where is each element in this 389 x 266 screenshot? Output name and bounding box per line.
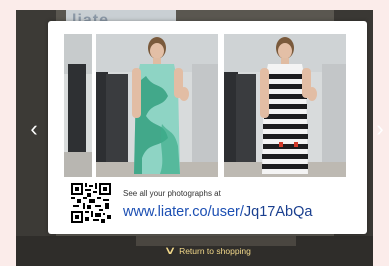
return-to-shopping-button[interactable]: ∨ Return to shopping — [163, 245, 251, 257]
user-gallery-link-prefix: www.liater.co/user/ — [123, 204, 244, 220]
user-gallery-link-code: Jq17AbQa — [243, 204, 313, 220]
next-photo-button[interactable]: › — [372, 116, 388, 142]
previous-photo-button[interactable]: ‹ — [26, 116, 42, 142]
photo-striped-dress[interactable] — [224, 34, 346, 177]
share-caption: See all your photographs at — [123, 189, 221, 198]
return-to-shopping-label: Return to shopping — [179, 246, 251, 256]
background-floor — [136, 236, 296, 246]
chevron-right-icon: › — [376, 116, 384, 141]
chevron-left-icon: ‹ — [30, 116, 38, 141]
photo-thumbnail-partial[interactable] — [64, 34, 92, 177]
chevron-down-icon: ∨ — [163, 245, 177, 257]
photo-green-tie-dye-dress[interactable] — [96, 34, 218, 177]
photo-share-card: See all your photographs at www.liater.c… — [48, 21, 367, 234]
qr-code — [71, 183, 111, 223]
user-gallery-link[interactable]: www.liater.co/user/Jq17AbQa — [123, 204, 312, 220]
